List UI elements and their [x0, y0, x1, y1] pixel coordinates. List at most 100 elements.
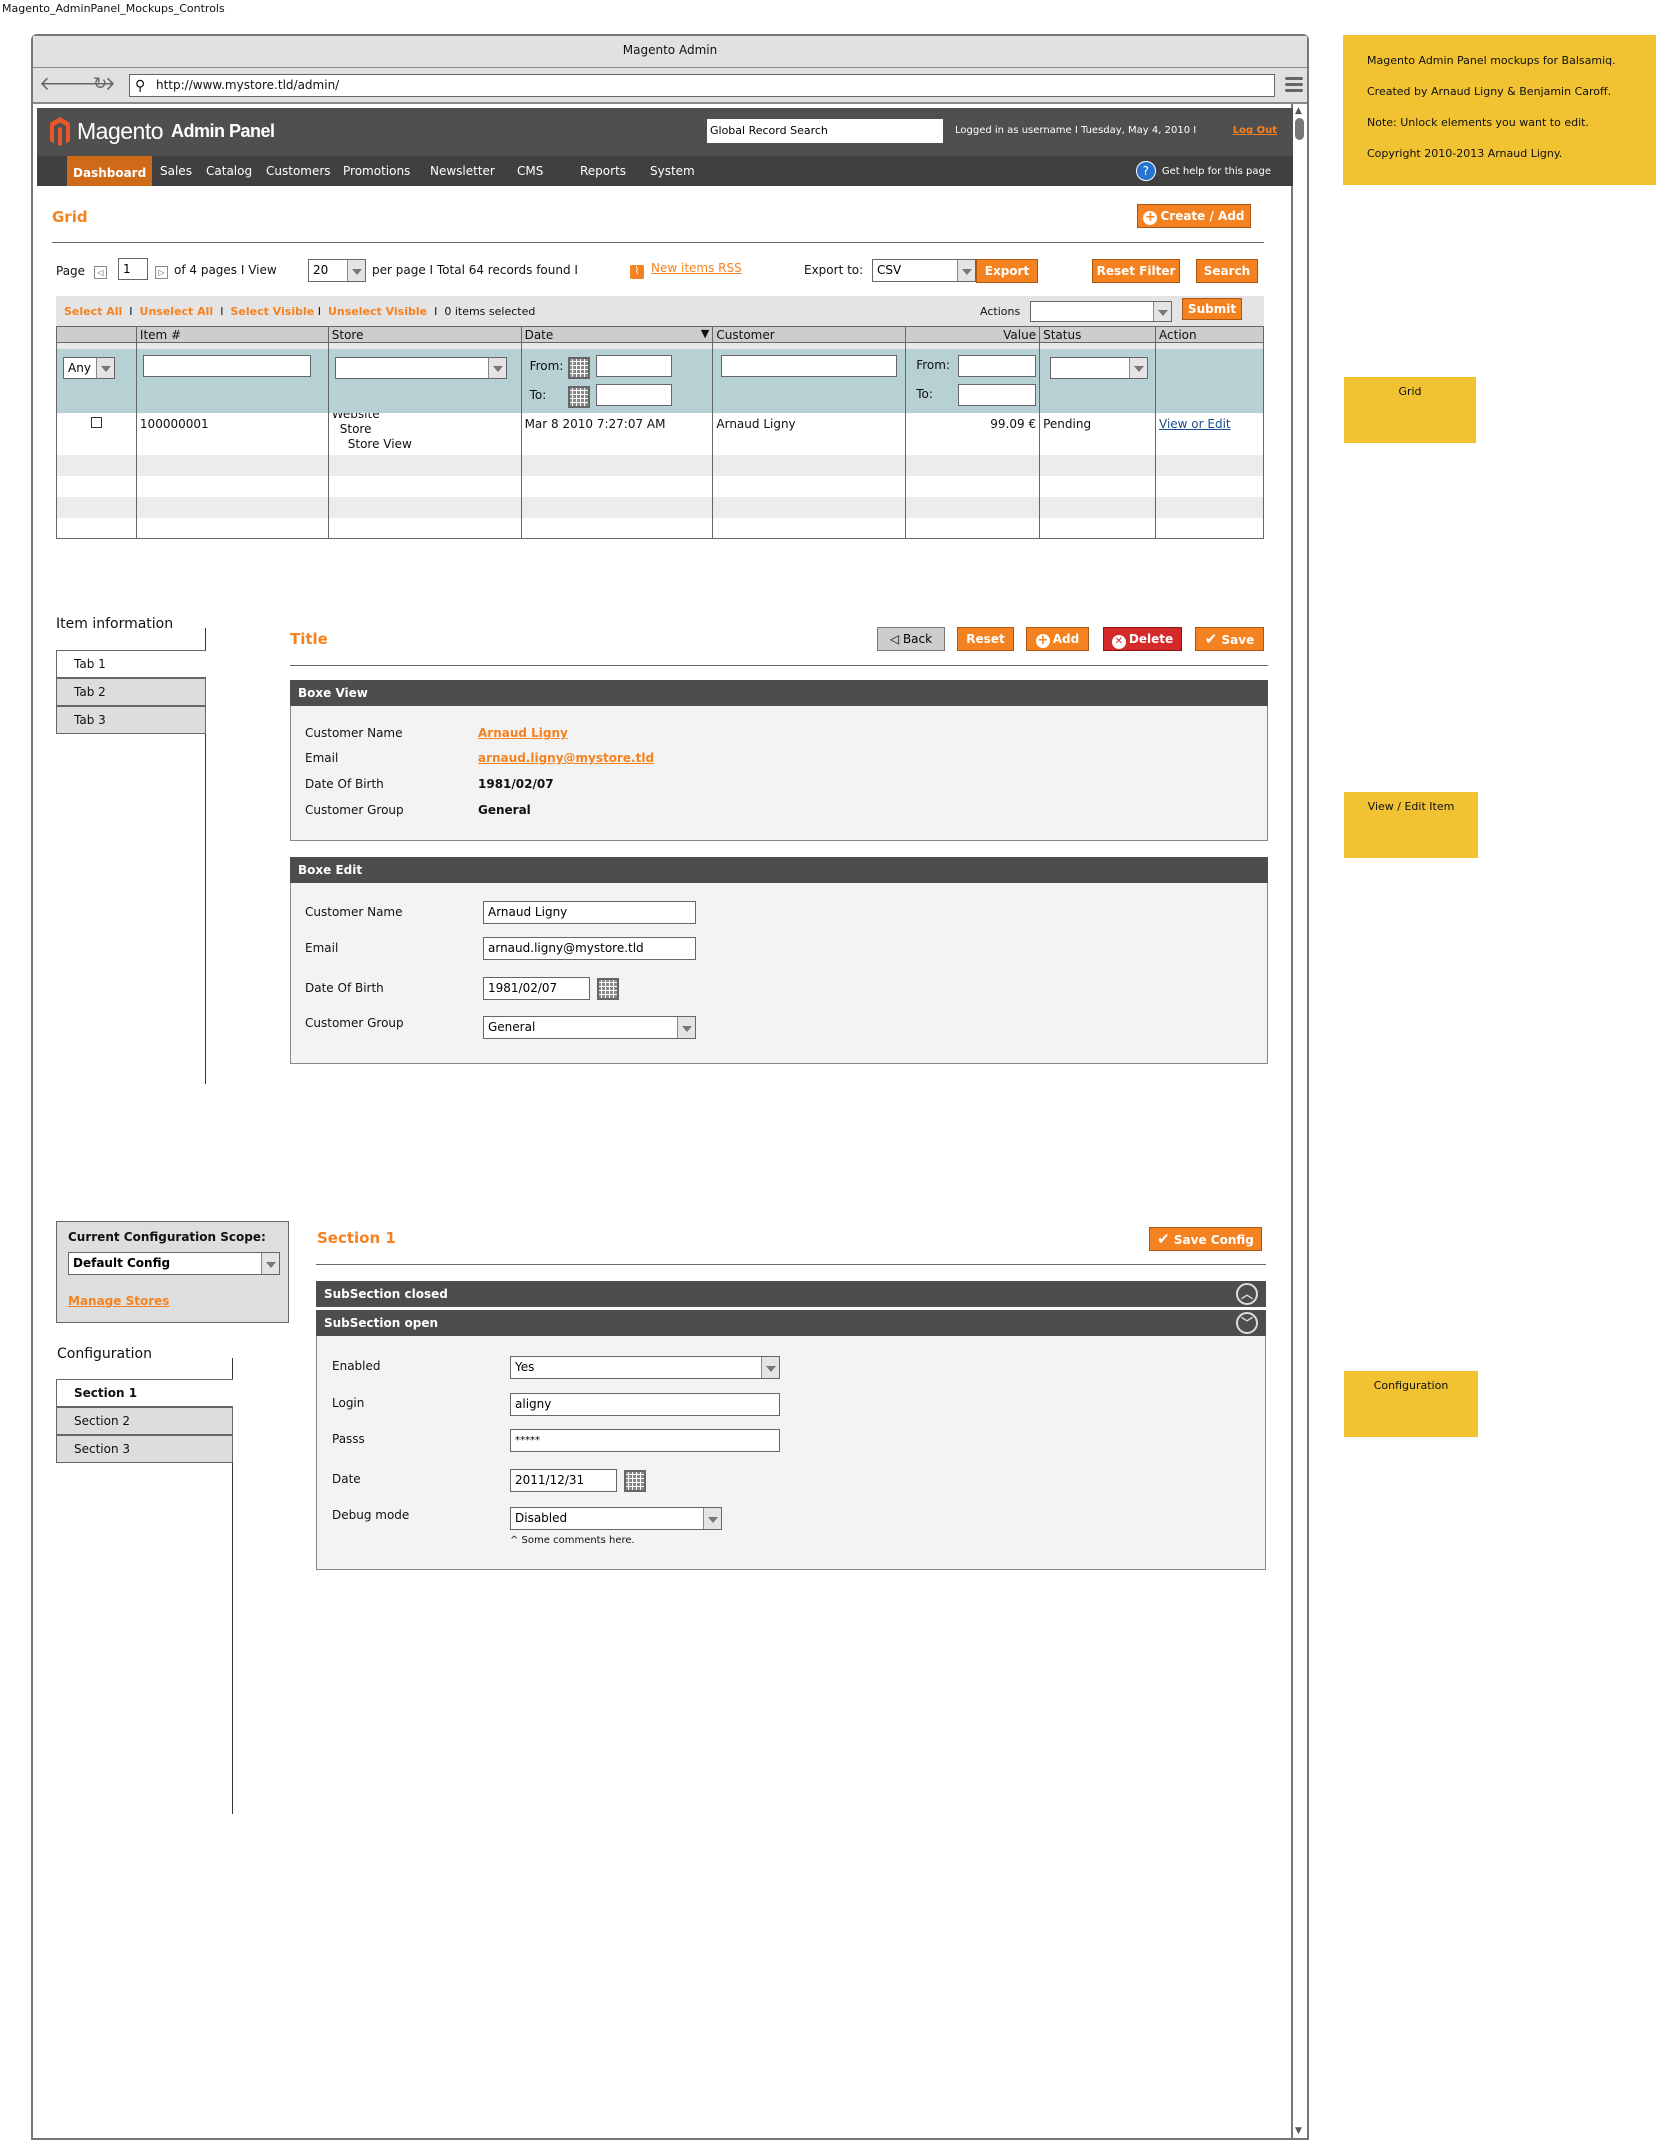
calendar-icon[interactable]	[567, 356, 590, 379]
delete-label: Delete	[1128, 632, 1174, 646]
column-header-store[interactable]: Store	[327, 326, 522, 343]
enabled-select[interactable]: Yes	[510, 1356, 780, 1379]
grid-divider	[52, 242, 1264, 243]
config-scope-select[interactable]: Default Config	[68, 1252, 280, 1275]
select-filter[interactable]: Any	[63, 356, 115, 379]
nav-item-promotions[interactable]: Promotions	[340, 156, 413, 186]
section-1-tab[interactable]: Section 1	[56, 1379, 233, 1407]
field-label: Date Of Birth	[305, 777, 384, 791]
nav-item-newsletter[interactable]: Newsletter	[427, 156, 498, 186]
column-header-value[interactable]: Value	[905, 326, 1041, 343]
nav-item-reports[interactable]: Reports	[577, 156, 629, 186]
vertical-scrollbar[interactable]: ▲ ▼	[1291, 104, 1307, 2138]
customer-name-input[interactable]: Arnaud Ligny	[483, 901, 696, 924]
select-visible-link[interactable]: Select Visible	[230, 305, 314, 318]
customer-group-select[interactable]: General	[483, 1016, 696, 1039]
nav-item-catalog[interactable]: Catalog	[203, 156, 255, 186]
date-input[interactable]: 2011/12/31	[510, 1469, 617, 1492]
date-to-input[interactable]	[595, 383, 672, 406]
date-of-birth-input[interactable]: 1981/02/07	[483, 977, 590, 1000]
section-2-tab[interactable]: Section 2	[56, 1407, 233, 1435]
email-link[interactable]: arnaud.ligny@mystore.tld	[478, 751, 654, 765]
prev-page-icon[interactable]: ◁	[94, 266, 107, 279]
tab-3[interactable]: Tab 3	[56, 706, 206, 734]
password-input[interactable]: *****	[510, 1429, 780, 1452]
calendar-icon[interactable]	[624, 1470, 646, 1492]
actions-label: Actions	[980, 305, 1021, 318]
field-label: Email	[305, 941, 339, 955]
subsection-open-header[interactable]: SubSection open ﹀	[316, 1310, 1266, 1336]
magento-logo[interactable]: Magento Admin Panel	[49, 116, 275, 146]
nav-item-system[interactable]: System	[647, 156, 698, 186]
url-input[interactable]: ⚲ http://www.mystore.tld/admin/	[129, 74, 1275, 97]
calendar-icon[interactable]	[567, 385, 590, 408]
logout-link[interactable]: Log Out	[1233, 125, 1277, 136]
calendar-icon[interactable]	[597, 978, 619, 1000]
hamburger-menu-icon[interactable]	[1285, 77, 1303, 95]
tab-2[interactable]: Tab 2	[56, 678, 206, 706]
delete-button[interactable]: ✕ Delete	[1103, 627, 1182, 651]
row-checkbox[interactable]	[90, 416, 102, 428]
value-to-input[interactable]	[958, 383, 1037, 406]
nav-item-dashboard[interactable]: Dashboard	[67, 156, 153, 186]
manage-stores-link[interactable]: Manage Stores	[68, 1294, 169, 1308]
scroll-thumb[interactable]	[1295, 118, 1304, 140]
per-page-select[interactable]: 20	[308, 259, 366, 282]
unselect-visible-link[interactable]: Unselect Visible	[328, 305, 427, 318]
unselect-all-link[interactable]: Unselect All	[140, 305, 214, 318]
subsection-closed-label: SubSection closed	[324, 1287, 448, 1301]
scroll-down-arrow-icon[interactable]: ▼	[1295, 2126, 1302, 2136]
page-number-input[interactable]: 1	[118, 258, 148, 280]
status-filter-select[interactable]	[1050, 356, 1149, 379]
back-button[interactable]: ◁ Back	[877, 627, 945, 651]
customer-name-link[interactable]: Arnaud Ligny	[478, 726, 568, 740]
help-link[interactable]: ? Get help for this page	[1135, 161, 1271, 181]
column-header-select[interactable]	[56, 326, 137, 343]
field-label: Customer Group	[305, 1016, 404, 1030]
reload-icon[interactable]: ↻	[93, 74, 107, 94]
global-search-input[interactable]: Global Record Search	[707, 119, 943, 143]
save-button[interactable]: ✔ Save	[1195, 627, 1264, 651]
reset-button[interactable]: Reset	[957, 627, 1014, 651]
column-header-date[interactable]: Date ▼	[520, 326, 714, 343]
debug-mode-select[interactable]: Disabled	[510, 1507, 722, 1530]
item-filter-input[interactable]	[142, 354, 311, 377]
reset-filter-button[interactable]: Reset Filter	[1092, 259, 1180, 283]
login-input[interactable]: aligny	[510, 1393, 780, 1416]
section-3-tab[interactable]: Section 3	[56, 1435, 233, 1463]
next-page-icon[interactable]: ▷	[155, 266, 168, 279]
nav-item-sales[interactable]: Sales	[157, 156, 195, 186]
tab-1[interactable]: Tab 1	[56, 650, 206, 678]
add-button[interactable]: + Add	[1026, 627, 1089, 651]
column-header-action[interactable]: Action	[1155, 326, 1264, 343]
rss-link[interactable]: New items RSS	[651, 261, 742, 275]
select-all-link[interactable]: Select All	[64, 305, 122, 318]
store-filter-select[interactable]	[334, 356, 507, 379]
nav-item-customers[interactable]: Customers	[263, 156, 334, 186]
search-button[interactable]: Search	[1196, 259, 1258, 283]
submit-button[interactable]: Submit	[1182, 298, 1242, 320]
column-header-status[interactable]: Status	[1039, 326, 1157, 343]
export-button[interactable]: Export	[976, 259, 1038, 283]
nav-item-cms[interactable]: CMS	[514, 156, 546, 186]
chevron-up-circle-icon[interactable]: ︿	[1236, 1283, 1258, 1305]
email-input[interactable]: arnaud.ligny@mystore.tld	[483, 937, 696, 960]
customer-filter-input[interactable]	[721, 354, 898, 377]
window-title: Magento Admin	[33, 36, 1307, 68]
subsection-closed-header[interactable]: SubSection closed ︿	[316, 1281, 1266, 1307]
value-from-input[interactable]	[958, 354, 1037, 377]
chevron-down-circle-icon[interactable]: ﹀	[1236, 1312, 1258, 1334]
export-format-select[interactable]: CSV	[872, 259, 976, 282]
save-config-button[interactable]: ✔ Save Config	[1149, 1227, 1262, 1251]
create-add-button[interactable]: + Create / Add	[1137, 204, 1251, 228]
forward-arrow-icon[interactable]: 🡒	[65, 74, 116, 94]
column-header-customer[interactable]: Customer	[712, 326, 907, 343]
table-row[interactable]: 100000001 Website Store Store View Mar 8…	[56, 407, 1264, 455]
view-edit-link[interactable]: View or Edit	[1159, 417, 1231, 431]
date-from-input[interactable]	[595, 354, 672, 377]
scroll-up-arrow-icon[interactable]: ▲	[1295, 106, 1302, 116]
table-row	[56, 475, 1264, 497]
actions-select[interactable]	[1030, 301, 1172, 322]
column-header-item[interactable]: Item #	[135, 326, 329, 343]
sort-desc-icon: ▼	[700, 327, 710, 340]
